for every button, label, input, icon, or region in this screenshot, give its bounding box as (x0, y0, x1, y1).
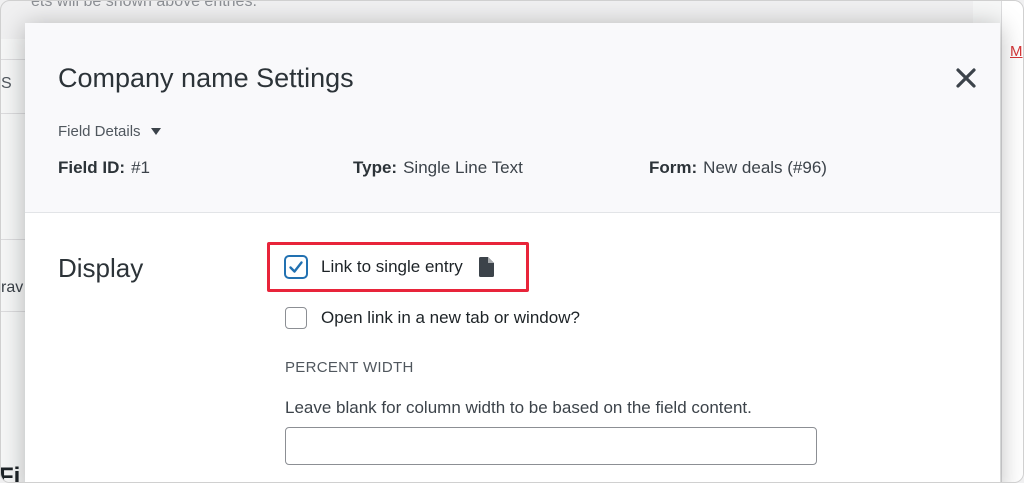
document-icon (478, 257, 494, 277)
modal-title: Company name Settings (58, 63, 354, 93)
background-fragment: Fi (0, 463, 21, 483)
form-meta: Form: New deals (#96) (649, 158, 827, 178)
background-fragment: rav (1, 279, 24, 296)
type-meta: Type: Single Line Text (353, 158, 523, 178)
field-details-toggle[interactable]: Field Details (58, 123, 161, 140)
field-id-value: #1 (131, 158, 150, 177)
modal-header: Company name Settings Field Details Fiel… (25, 23, 1000, 213)
window-frame: ets will be shown above entries. S rav F… (0, 0, 1024, 483)
type-label: Type: (353, 158, 398, 177)
open-in-new-tab-checkbox[interactable] (285, 307, 307, 329)
type-value: Single Line Text (403, 158, 523, 177)
percent-width-input[interactable] (285, 427, 817, 465)
background-left-panel (1, 39, 27, 482)
open-in-new-tab-label: Open link in a new tab or window? (321, 308, 580, 327)
link-to-single-entry-checkbox[interactable] (285, 256, 307, 278)
caret-down-icon (150, 128, 161, 135)
field-settings-modal: Company name Settings Field Details Fiel… (25, 23, 1000, 482)
divider (1, 311, 27, 312)
field-id-meta: Field ID: #1 (58, 158, 150, 178)
field-id-label: Field ID: (58, 158, 126, 177)
background-fragment: S (1, 75, 12, 92)
background-right-column (1001, 1, 1023, 482)
divider (1, 113, 27, 114)
link-to-single-entry-option[interactable]: Link to single entry (285, 256, 494, 278)
divider (1, 59, 27, 60)
close-icon (956, 68, 976, 88)
percent-width-description: Leave blank for column width to be based… (285, 398, 752, 417)
field-details-label: Field Details (58, 123, 141, 140)
form-label: Form: (649, 158, 698, 177)
open-in-new-tab-option[interactable]: Open link in a new tab or window? (285, 307, 580, 329)
form-value: New deals (#96) (703, 158, 827, 177)
percent-width-heading: PERCENT WIDTH (285, 359, 414, 376)
display-section-label: Display (58, 253, 144, 283)
close-button[interactable] (955, 67, 983, 95)
background-hint-text: ets will be shown above entries. (31, 0, 257, 10)
background-link[interactable]: M (1010, 43, 1023, 60)
divider (1, 239, 27, 240)
checkmark-icon (289, 261, 303, 273)
link-to-single-entry-label: Link to single entry (321, 257, 463, 276)
